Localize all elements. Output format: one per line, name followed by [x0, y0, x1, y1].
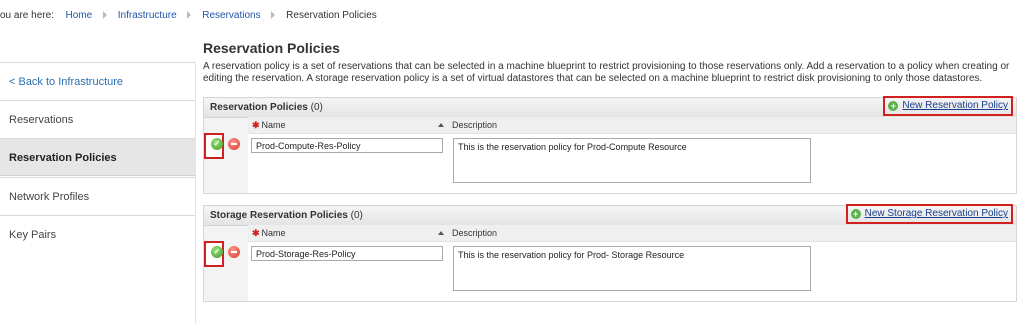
plus-circle-icon: + [850, 209, 861, 219]
page-title: Reservation Policies [203, 40, 340, 56]
panel-count: (0) [350, 210, 363, 221]
check-circle-icon[interactable]: ✓ [211, 138, 223, 150]
new-reservation-policy-label: New Reservation Policy [902, 100, 1008, 111]
page-description: A reservation policy is a set of reserva… [203, 61, 1010, 84]
panel-header: Storage Reservation Policies (0) + New St… [204, 204, 1016, 226]
panel-title: Reservation Policies (0) [210, 102, 323, 113]
column-header-name[interactable]: ✱ Name [252, 120, 286, 131]
sidebar-item-reservation-policies[interactable]: Reservation Policies [0, 138, 195, 176]
storage-reservation-policies-panel: Storage Reservation Policies (0) + New St… [203, 204, 1017, 302]
column-header-row: ✱ Name Description [248, 117, 1016, 133]
new-storage-reservation-policy-label: New Storage Reservation Policy [864, 208, 1008, 219]
column-header-name[interactable]: ✱ Name [252, 228, 286, 239]
breadcrumb-separator-icon [187, 11, 192, 19]
breadcrumb-infrastructure-link[interactable]: Infrastructure [118, 10, 177, 21]
sort-ascending-icon[interactable] [438, 231, 444, 235]
breadcrumb-separator-icon [271, 11, 276, 19]
storage-policy-name-input[interactable] [251, 246, 443, 261]
check-circle-icon[interactable]: ✓ [211, 246, 223, 258]
column-header-description: Description [452, 120, 498, 130]
required-asterisk-icon: ✱ [252, 228, 260, 238]
breadcrumb-reservations-link[interactable]: Reservations [202, 10, 260, 21]
minus-circle-icon[interactable] [228, 138, 240, 150]
sidebar-item-label: Reservation Policies [9, 152, 117, 164]
sidebar-item-label: Reservations [9, 114, 74, 126]
back-to-infrastructure-link[interactable]: < Back to Infrastructure [0, 62, 195, 100]
column-name-label: Name [261, 228, 286, 238]
table-row: This is the reservation policy for Prod-… [248, 133, 1016, 193]
panel-header: Reservation Policies (0) + New Reservatio… [204, 96, 1016, 118]
sidebar-divider [195, 62, 196, 324]
sidebar-item-key-pairs[interactable]: Key Pairs [0, 215, 195, 253]
new-reservation-policy-button[interactable]: + New Reservation Policy [883, 96, 1013, 116]
required-asterisk-icon: ✱ [252, 120, 260, 130]
sidebar-item-network-profiles[interactable]: Network Profiles [0, 177, 195, 215]
breadcrumb-prefix: ou are here: [0, 10, 54, 21]
column-name-label: Name [261, 120, 286, 130]
sidebar-item-label: Key Pairs [9, 229, 57, 241]
column-header-row: ✱ Name Description [248, 225, 1016, 241]
panel-title-label: Storage Reservation Policies [210, 210, 348, 221]
breadcrumb-home-link[interactable]: Home [66, 10, 93, 21]
back-link-label: < Back to Infrastructure [9, 76, 124, 88]
policy-description-textarea[interactable]: This is the reservation policy for Prod-… [453, 138, 811, 183]
table-row: This is the reservation policy for Prod-… [248, 241, 1016, 301]
reservation-policies-panel: Reservation Policies (0) + New Reservatio… [203, 96, 1017, 194]
sidebar-item-reservations[interactable]: Reservations [0, 100, 195, 138]
breadcrumb: ou are here: Home Infrastructure Reserva… [0, 10, 377, 26]
column-header-description: Description [452, 228, 498, 238]
sidebar-item-label: Network Profiles [9, 191, 90, 203]
minus-circle-icon[interactable] [228, 246, 240, 258]
breadcrumb-separator-icon [102, 11, 107, 19]
policy-name-input[interactable] [251, 138, 443, 153]
panel-title: Storage Reservation Policies (0) [210, 210, 363, 221]
new-storage-reservation-policy-button[interactable]: + New Storage Reservation Policy [845, 204, 1013, 224]
plus-circle-icon: + [888, 101, 899, 111]
sidebar: < Back to Infrastructure Reservations Re… [0, 62, 195, 324]
sort-ascending-icon[interactable] [438, 123, 444, 127]
panel-title-label: Reservation Policies [210, 102, 308, 113]
panel-count: (0) [310, 102, 323, 113]
breadcrumb-current: Reservation Policies [286, 10, 377, 21]
storage-policy-description-textarea[interactable]: This is the reservation policy for Prod-… [453, 246, 811, 291]
